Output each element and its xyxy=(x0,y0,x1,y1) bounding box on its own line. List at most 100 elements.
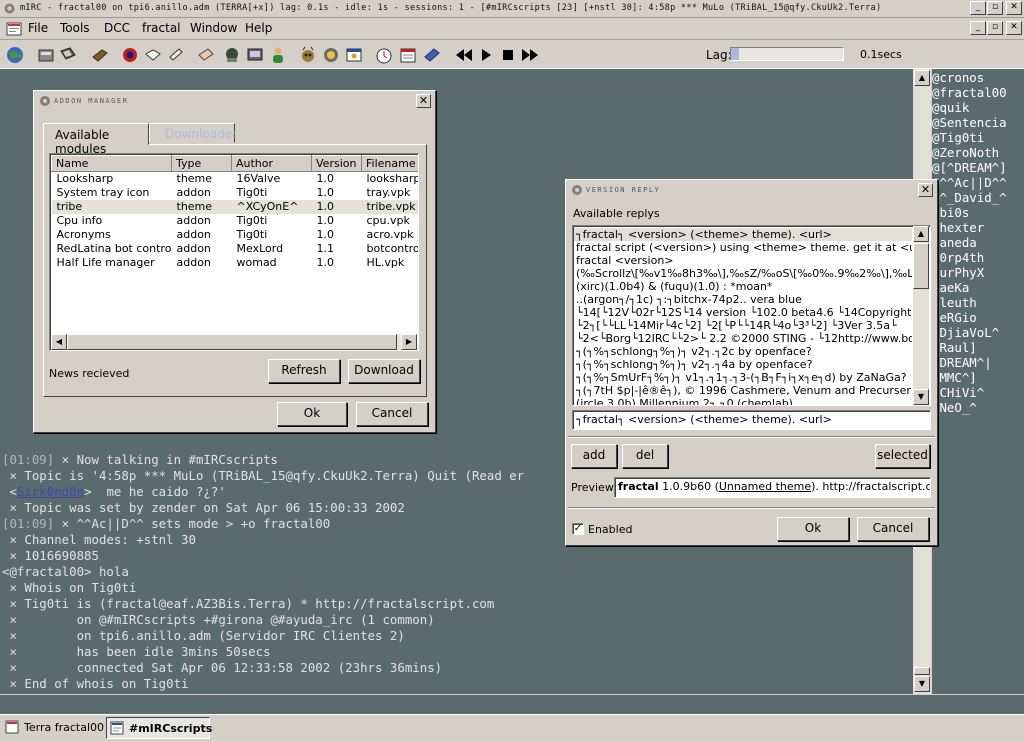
reply-item[interactable]: ┐fractal┐ <version> (<theme> theme). <ur… xyxy=(574,228,912,241)
nick-item[interactable]: _Raul] xyxy=(932,340,1024,355)
del-button[interactable]: del xyxy=(622,444,668,468)
tab-downloader[interactable]: Downloader xyxy=(149,123,237,143)
reply-item[interactable]: ┐(┐%┐schlong┐%┐)┐ v2┐.┐2c by openface? xyxy=(574,345,912,358)
nick-item[interactable]: @^_David_^ xyxy=(932,190,1024,205)
nick-item[interactable]: Obi0s xyxy=(932,205,1024,220)
dialog-close-button[interactable]: ✕ xyxy=(918,183,933,197)
add-button[interactable]: add xyxy=(571,444,617,468)
reply-item[interactable]: (xirc)(1.0b4) & (fuqu)(1.0) : *moan* xyxy=(574,280,912,293)
nick-item[interactable]: @Sentencia xyxy=(932,115,1024,130)
reply-item[interactable]: └2<└Borg└12IRC└└2>└ 2.2 ©2000 STING - └1… xyxy=(574,332,912,345)
reply-item[interactable]: ┐(┐%┐schlong┐%┐)┐ v2┐.┐4a by openface? xyxy=(574,358,912,371)
tab-available-modules[interactable]: Available modules xyxy=(43,123,149,156)
module-row[interactable]: Acronyms addon Tig0ti 1.0 acro.vpk xyxy=(52,228,419,242)
notify-icon[interactable] xyxy=(120,45,140,65)
notes-icon[interactable] xyxy=(422,45,442,65)
reply-item[interactable]: (‰Scrollz\[‰v1‰8h3‰\],‰sZ/‰oS\[‰0‰.9‰2‰\… xyxy=(574,267,912,280)
selected-button[interactable]: selected xyxy=(875,444,930,468)
nick-item[interactable]: @[^DREAM^] xyxy=(932,160,1024,175)
nick-item[interactable]: @cronos xyxy=(932,70,1024,85)
forward-icon[interactable] xyxy=(520,45,540,65)
menu-window[interactable]: Window xyxy=(190,21,237,35)
module-row[interactable]: Looksharp theme 16Valve 1.0 looksharp.v xyxy=(52,172,419,186)
nick-item[interactable]: chexter xyxy=(932,220,1024,235)
calendar-icon[interactable] xyxy=(398,45,418,65)
nick-item[interactable]: _DjiaVoL^ xyxy=(932,325,1024,340)
enabled-checkbox[interactable]: ✓ xyxy=(572,523,584,535)
reply-item[interactable]: ..(argon┐/┐1c) ┐:┐bitchx-74p2.. vera blu… xyxy=(574,293,912,306)
dcc-chat-icon[interactable] xyxy=(245,45,265,65)
scroll-left-button[interactable]: ◀ xyxy=(51,334,67,350)
module-row[interactable]: Half Life manager addon womad 1.0 HL.vpk xyxy=(52,256,419,270)
reply-edit-field[interactable]: ┐fractal┐ <version> (<theme> theme). <ur… xyxy=(572,410,931,430)
mdi-minimize-button[interactable]: _ xyxy=(970,21,986,35)
cancel-button[interactable]: Cancel xyxy=(356,402,428,426)
menu-tools[interactable]: Tools xyxy=(60,21,90,35)
module-row[interactable]: System tray icon addon Tig0ti 1.0 tray.vpk xyxy=(52,186,419,200)
menu-dcc[interactable]: DCC xyxy=(104,21,130,35)
column-header[interactable]: Filename xyxy=(361,155,418,172)
scroll-thumb[interactable] xyxy=(914,667,930,675)
nick-item[interactable]: Sleuth xyxy=(932,295,1024,310)
rewind-icon[interactable] xyxy=(454,45,474,65)
reply-item[interactable]: ┐(┐%┐SmUrF┐%┐)┐ v1┐.┐1┐.┐3-(┐B┐F┐i┐x┐e┐d… xyxy=(574,371,912,384)
modules-list[interactable]: Name Type Author Version Filename Looksharp t… xyxy=(49,153,419,351)
hscroll-thumb[interactable] xyxy=(67,334,397,350)
nick-list[interactable]: @cronos @fractal00 @quik @Sentencia @Tig0ti @… xyxy=(932,69,1024,694)
menu-file[interactable]: File xyxy=(28,21,48,35)
url-list-icon[interactable] xyxy=(143,45,163,65)
column-header[interactable]: Version xyxy=(311,155,362,172)
reply-item[interactable]: ┐(┐7tH $p|-|ê®ê┐), © 1996 Cashmere, Venu… xyxy=(574,384,912,397)
scroll-down-button[interactable]: ▼ xyxy=(914,676,930,692)
nick-item[interactable]: @fractal00 xyxy=(932,85,1024,100)
ok-button[interactable]: Ok xyxy=(277,402,347,426)
download-button[interactable]: Download xyxy=(348,359,420,383)
ignore-icon[interactable] xyxy=(166,45,186,65)
replies-scrollbar[interactable]: ▲ ▼ xyxy=(913,226,929,405)
scroll-thumb[interactable] xyxy=(913,243,929,289)
ok-button[interactable]: Ok xyxy=(777,517,849,541)
close-button[interactable]: ✕ xyxy=(1006,1,1022,15)
column-header[interactable]: Name xyxy=(51,155,172,172)
skin-icon[interactable] xyxy=(321,45,341,65)
menu-help[interactable]: Help xyxy=(245,21,272,35)
task-mircscripts-channel[interactable]: #mIRCscripts xyxy=(106,717,212,739)
replies-list[interactable]: ┐fractal┐ <version> (<theme> theme). <ur… xyxy=(572,225,931,406)
nick-item[interactable]: @quik xyxy=(932,100,1024,115)
user-icon[interactable] xyxy=(268,45,288,65)
nick-item[interactable]: TeRGio xyxy=(932,310,1024,325)
task-terra-status[interactable]: Terra fractal00 xyxy=(2,717,104,739)
module-row[interactable]: tribe theme ^XCyOnE^ 1.0 tribe.vpk xyxy=(51,199,418,214)
options-icon[interactable] xyxy=(36,45,56,65)
dcc-send-icon[interactable] xyxy=(222,45,242,65)
nick-item[interactable]: ^CHiVi^ xyxy=(932,385,1024,400)
connect-globe-icon[interactable] xyxy=(5,45,25,65)
themes-icon[interactable] xyxy=(298,45,318,65)
reply-item[interactable]: └2┐[└└LL└14Mir└4c└2] └2[└P└└14R└4o└3³└2]… xyxy=(574,319,912,332)
menu-fractal[interactable]: fractal xyxy=(142,21,181,35)
nick-item[interactable]: @^^Ac||D^^ xyxy=(932,175,1024,190)
reply-item[interactable]: fractal <version> xyxy=(574,254,912,267)
module-row[interactable]: Cpu info addon Tig0ti 1.0 cpu.vpk xyxy=(52,214,419,228)
nick-item[interactable]: @ZeroNoth xyxy=(932,145,1024,160)
refresh-button[interactable]: Refresh xyxy=(268,359,340,383)
module-row[interactable]: RedLatina bot control addon MexLord 1.1 botc… xyxy=(52,242,419,256)
mdi-close-button[interactable]: ✕ xyxy=(1006,21,1022,35)
nick-item[interactable]: ^MMC^] xyxy=(932,370,1024,385)
address-book-icon[interactable] xyxy=(58,45,78,65)
nick-item[interactable]: RaeKa xyxy=(932,280,1024,295)
scroll-up-button[interactable]: ▲ xyxy=(914,70,930,86)
nick-item[interactable]: NurPhyX xyxy=(932,265,1024,280)
nick-item[interactable]: caneda xyxy=(932,235,1024,250)
minimize-button[interactable]: _ xyxy=(970,1,986,15)
scripts-book-icon[interactable] xyxy=(90,45,110,65)
timer-icon[interactable] xyxy=(374,45,394,65)
addons-icon[interactable] xyxy=(344,45,364,65)
nick-item[interactable]: ^DREAM^| xyxy=(932,355,1024,370)
nick-item[interactable]: _NeO_^ xyxy=(932,400,1024,415)
list-hscrollbar[interactable]: ◀ ▶ xyxy=(51,334,417,350)
nick-item[interactable]: @Tig0ti xyxy=(932,130,1024,145)
away-icon[interactable] xyxy=(196,45,216,65)
cancel-button[interactable]: Cancel xyxy=(857,517,929,541)
command-input[interactable] xyxy=(0,694,1024,714)
